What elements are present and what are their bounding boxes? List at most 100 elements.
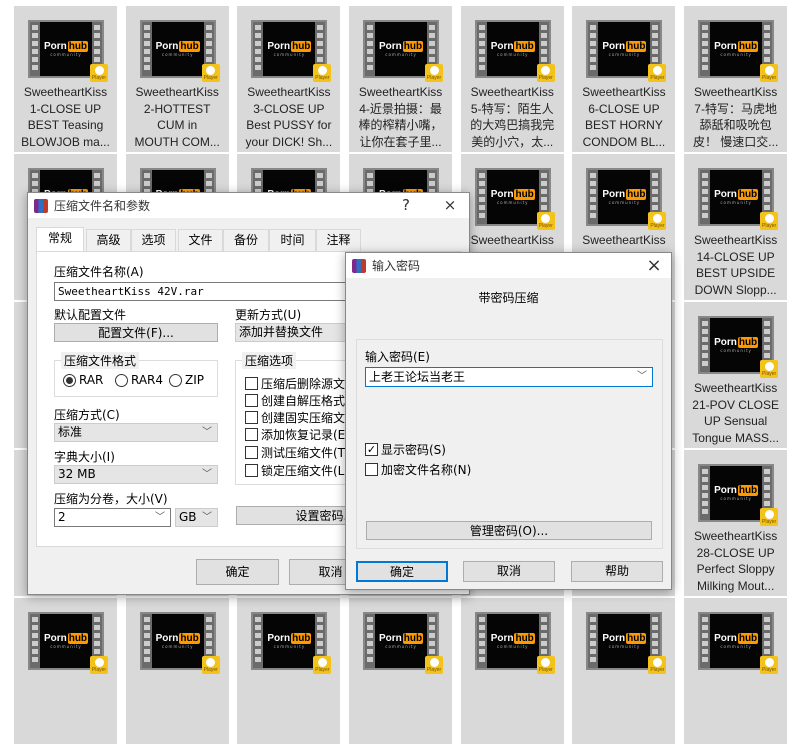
file-name: SweetheartKiss 5-特写：陌生人 的大鸡巴搞我完 美的小穴，太...: [461, 84, 564, 150]
video-thumbnail: Pornhubcommunity Player: [586, 168, 667, 230]
logo-subtitle: community: [161, 644, 194, 649]
option-lock[interactable]: 锁定压缩文件(L): [245, 462, 349, 479]
video-thumbnail: Pornhubcommunity Player: [586, 612, 667, 674]
winrar-icon: [352, 258, 366, 273]
film-strip-icon: [702, 469, 709, 517]
video-thumbnail: Pornhubcommunity Player: [474, 20, 555, 82]
help-button[interactable]: 帮助: [571, 561, 663, 582]
filename-label: 压缩文件名称(A): [54, 265, 144, 279]
format-group: 压缩文件格式 RAR RAR4 ZIP: [54, 352, 218, 397]
radio-rar4[interactable]: RAR4: [115, 373, 163, 387]
video-file-tile[interactable]: Pornhubcommunity Player: [125, 598, 229, 744]
winrar-icon: [34, 198, 48, 213]
dialog-title: 输入密码: [372, 259, 421, 273]
cancel-button[interactable]: 取消: [463, 561, 555, 582]
tab-general[interactable]: 常规: [36, 227, 84, 251]
video-file-tile[interactable]: Porn hub community Player SweetheartKiss 14-C…: [684, 154, 788, 300]
video-file-tile[interactable]: Pornhubcommunity Player: [460, 598, 564, 744]
options-group-label: 压缩选项: [242, 352, 297, 369]
video-file-tile[interactable]: Pornhubcommunity Player: [572, 598, 676, 744]
tab-advanced[interactable]: 高级: [86, 229, 131, 251]
logo: Pornhub: [602, 41, 647, 52]
video-file-tile[interactable]: Porn hub community Player SweetheartKiss 4-近景…: [349, 6, 453, 152]
video-file-tile[interactable]: Porn hub community Player SweetheartKiss 1-CL…: [14, 6, 117, 152]
logo-subtitle: community: [50, 644, 82, 649]
checkbox-label: 加密文件名称(N): [381, 463, 472, 477]
video-file-tile[interactable]: Porn hub community Player SweetheartKiss 5-特写…: [460, 6, 564, 152]
play-icon: [764, 214, 774, 223]
option-delete-files[interactable]: 压缩后删除源文件: [245, 375, 357, 392]
film-strip-icon: [478, 617, 485, 665]
video-file-tile[interactable]: Porn hub community Player SweetheartKiss 6-CL…: [572, 6, 676, 152]
logo-subtitle: community: [720, 52, 752, 57]
profiles-button[interactable]: 配置文件(F)...: [54, 323, 218, 342]
ok-button[interactable]: 确定: [356, 561, 448, 582]
tab-files[interactable]: 文件: [178, 229, 223, 251]
checkbox-icon: [245, 377, 258, 390]
player-badge-icon: Player: [425, 64, 444, 82]
play-icon: [652, 214, 662, 223]
video-file-tile[interactable]: Porn hub community Player SweetheartKiss 7-特写…: [684, 6, 788, 152]
file-name-line: Best PUSSY for: [246, 118, 332, 132]
player-badge-label: Player: [315, 75, 330, 81]
close-button[interactable]: ×: [634, 253, 674, 278]
volume-size-input[interactable]: 2 ﹀: [54, 508, 171, 527]
file-name-line: 3-CLOSE UP: [253, 101, 325, 116]
video-file-tile[interactable]: Porn hub community Player SweetheartKiss 3-CL…: [237, 6, 341, 152]
show-password-checkbox[interactable]: ✓ 显示密码(S): [365, 441, 446, 458]
video-file-tile[interactable]: Porn hub community Player SweetheartKiss 28-C…: [684, 450, 788, 596]
film-strip-icon: [32, 25, 38, 73]
video-thumbnail: Pornhubcommunity Player: [139, 20, 220, 82]
option-recovery[interactable]: 添加恢复记录(E): [245, 426, 350, 443]
format-group-label: 压缩文件格式: [61, 352, 140, 369]
radio-label: RAR: [79, 373, 104, 387]
tab-comment[interactable]: 注释: [316, 229, 361, 251]
video-file-tile[interactable]: Pornhubcommunity Player: [349, 598, 453, 744]
file-name: SweetheartKiss 28-CLOSE UP Perfect Sloppy M…: [684, 528, 787, 594]
radio-rar[interactable]: RAR: [63, 373, 103, 387]
video-file-tile[interactable]: Pornhubcommunity Player: [684, 598, 788, 744]
option-label: 锁定压缩文件(L): [261, 464, 350, 478]
video-file-tile[interactable]: Pornhubcommunity Player: [237, 598, 341, 744]
organize-passwords-button[interactable]: 管理密码(O)...: [366, 521, 652, 540]
file-name-line: BEST UPSIDE: [696, 266, 776, 280]
option-solid[interactable]: 创建固实压缩文件: [245, 409, 357, 426]
tab-time[interactable]: 时间: [269, 229, 316, 251]
logo: Pornhub: [714, 41, 759, 52]
option-test[interactable]: 测试压缩文件(T): [245, 444, 350, 461]
video-file-tile[interactable]: Pornhubcommunity Player: [14, 598, 117, 744]
dict-select[interactable]: 32 MB ﹀: [54, 465, 218, 484]
option-label: 创建固实压缩文件: [261, 411, 358, 425]
file-name-line: SweetheartKiss: [693, 381, 778, 395]
radio-zip[interactable]: ZIP: [169, 373, 204, 387]
tab-options[interactable]: 选项: [131, 229, 176, 251]
encrypt-filenames-checkbox[interactable]: 加密文件名称(N): [365, 461, 471, 478]
logo-subtitle: community: [273, 52, 306, 57]
player-badge-icon: Player: [313, 656, 332, 674]
film-strip-icon: [702, 25, 709, 73]
play-icon: [541, 214, 551, 223]
video-file-tile[interactable]: Porn hub community Player SweetheartKiss 21-P…: [684, 302, 788, 448]
volume-unit-value: GB: [179, 510, 197, 524]
file-name-line: your DICK! Sh...: [245, 134, 333, 149]
player-badge-label: Player: [762, 75, 777, 81]
method-select[interactable]: 标准 ﹀: [54, 423, 218, 442]
logo: Pornhub: [43, 41, 89, 52]
help-button[interactable]: ?: [386, 193, 426, 218]
password-input[interactable]: 上老王论坛当老王 ﹀: [365, 367, 653, 387]
film-strip-icon: [590, 173, 597, 221]
play-icon: [764, 658, 774, 667]
video-file-tile[interactable]: Porn hub community Player SweetheartKiss 2-HO…: [125, 6, 229, 152]
logo: Pornhub: [43, 633, 89, 644]
file-name-line: Perfect Sloppy: [696, 562, 775, 576]
video-thumbnail: Pornhubcommunity Player: [698, 168, 779, 230]
tab-backup[interactable]: 备份: [223, 229, 269, 251]
method-value: 标准: [58, 425, 83, 439]
player-badge-icon: Player: [90, 64, 108, 82]
close-button[interactable]: ×: [430, 193, 470, 218]
player-badge-label: Player: [650, 75, 665, 81]
video-thumbnail: Pornhubcommunity Player: [474, 168, 555, 230]
ok-button[interactable]: 确定: [196, 559, 279, 585]
file-name-line: SweetheartKiss: [470, 233, 554, 247]
volume-unit-select[interactable]: GB ﹀: [175, 508, 218, 527]
